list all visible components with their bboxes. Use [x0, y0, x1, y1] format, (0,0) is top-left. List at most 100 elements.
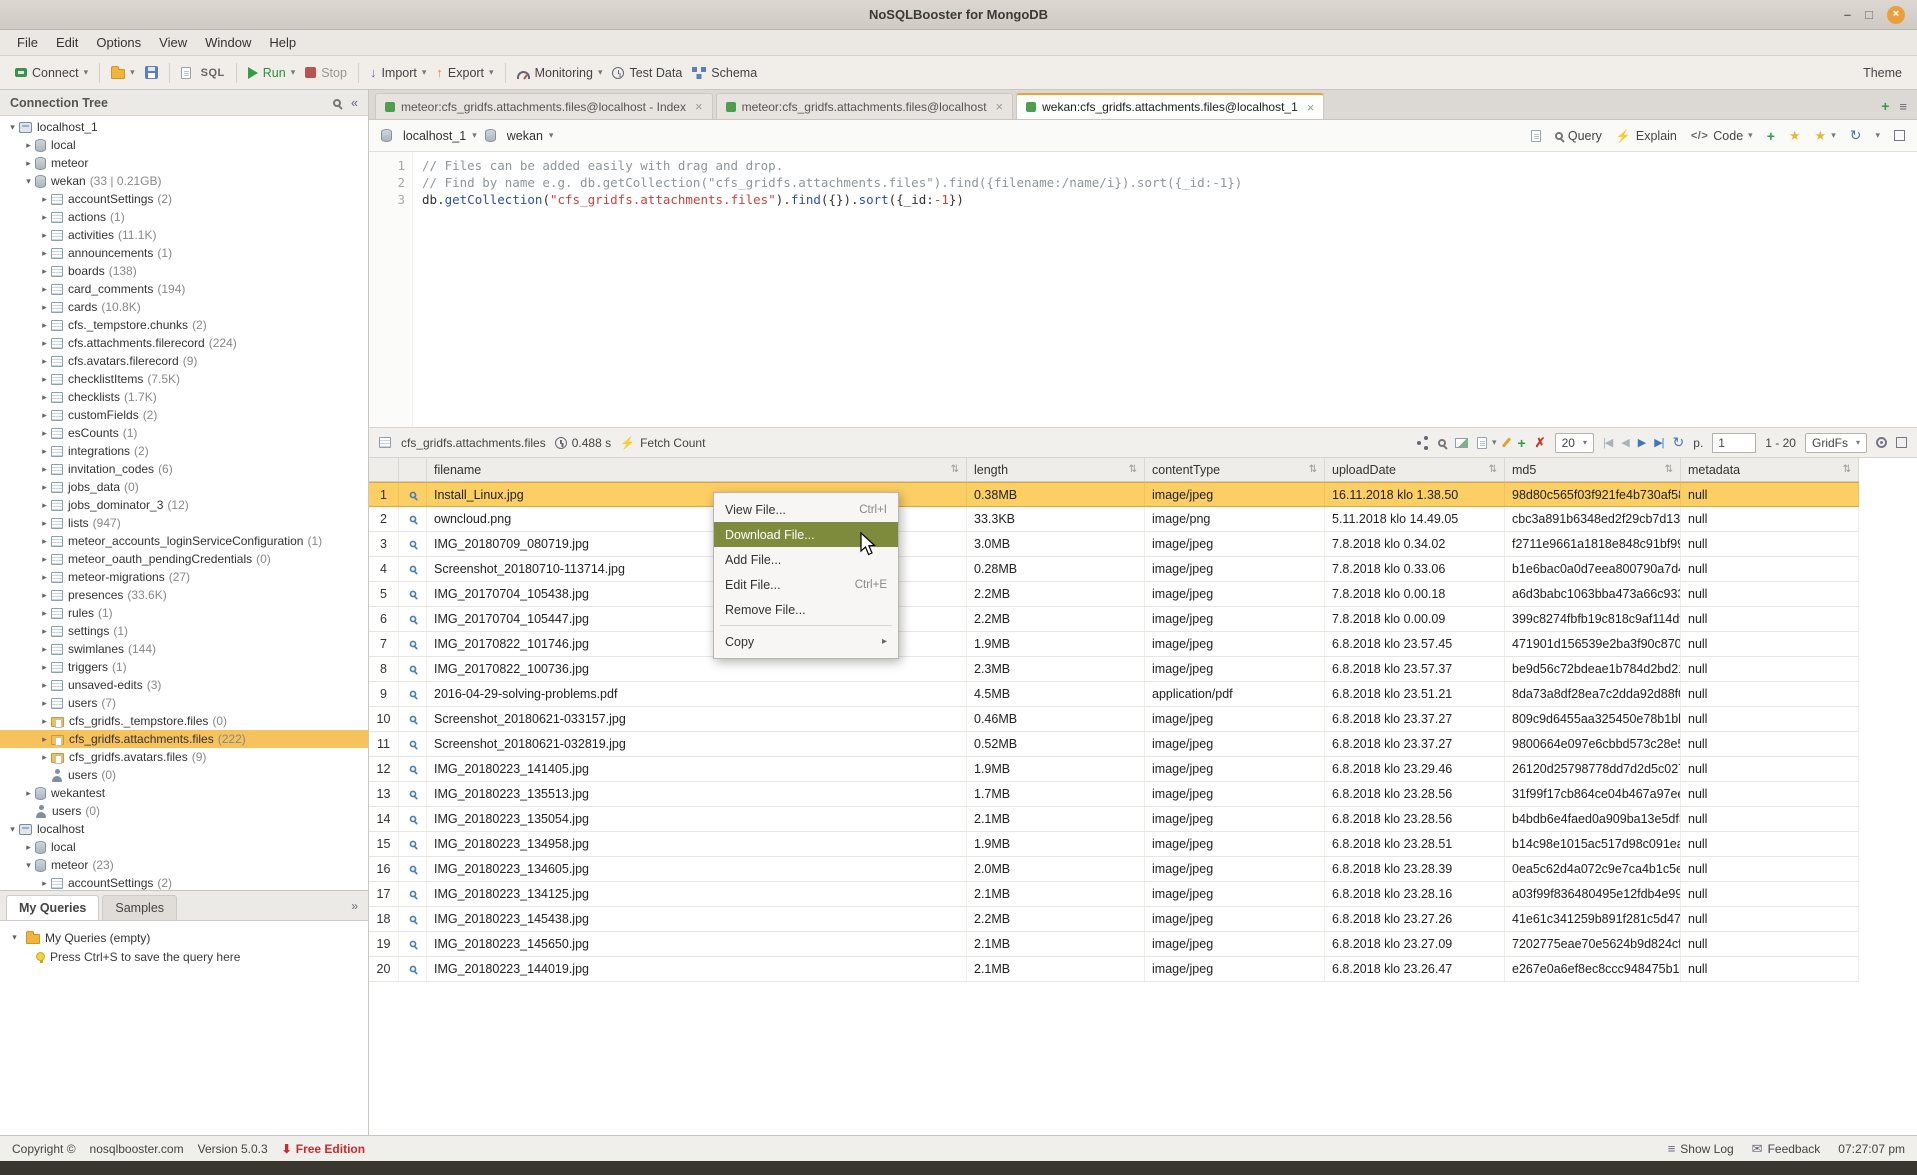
tree-caret-icon[interactable]: ▸ — [38, 644, 51, 655]
view-document-icon[interactable] — [399, 932, 427, 956]
table-row[interactable]: 15IMG_20180223_134958.jpg1.9MBimage/jpeg… — [369, 832, 1859, 857]
tree-caret-icon[interactable]: ▸ — [22, 140, 35, 151]
tree-item-integrations[interactable]: ▸integrations(2) — [0, 442, 368, 460]
menu-item-view[interactable]: View — [150, 32, 196, 53]
tree-caret-icon[interactable]: ▾ — [22, 860, 35, 871]
view-document-icon[interactable] — [399, 582, 427, 606]
table-row[interactable]: 1Install_Linux.jpg0.38MBimage/jpeg16.11.… — [369, 482, 1859, 507]
tree-item-wekan[interactable]: ▾wekan(33 | 0.21GB) — [0, 172, 368, 190]
tree-search-icon[interactable] — [333, 99, 341, 107]
tree-caret-icon[interactable]: ▸ — [38, 338, 51, 349]
tree-item-wekantest[interactable]: ▸wekantest — [0, 784, 368, 802]
table-row[interactable]: 3IMG_20180709_080719.jpg3.0MBimage/jpeg7… — [369, 532, 1859, 557]
table-row[interactable]: 12IMG_20180223_141405.jpg1.9MBimage/jpeg… — [369, 757, 1859, 782]
view-document-icon[interactable] — [399, 857, 427, 881]
tree-caret-icon[interactable]: ▸ — [38, 356, 51, 367]
view-document-icon[interactable] — [399, 707, 427, 731]
tree-item-checklists[interactable]: ▸checklists(1.7K) — [0, 388, 368, 406]
tree-caret-icon[interactable]: ▸ — [38, 734, 51, 745]
breadcrumb-connection[interactable]: localhost_1 ▾ — [381, 129, 477, 143]
sort-icon[interactable]: ⇅ — [1843, 464, 1851, 475]
tree-item-cfs._tempstore.chunks[interactable]: ▸cfs._tempstore.chunks(2) — [0, 316, 368, 334]
menu-item-download-file[interactable]: Download File... — [714, 522, 898, 547]
view-document-icon[interactable] — [399, 882, 427, 906]
favorite-icon[interactable]: ★ — [1789, 128, 1801, 144]
close-icon[interactable]: × — [1887, 6, 1905, 24]
more-actions-icon[interactable]: ▾ — [1875, 130, 1880, 141]
table-row[interactable]: 92016-04-29-solving-problems.pdf4.5MBapp… — [369, 682, 1859, 707]
tree-caret-icon[interactable]: ▸ — [38, 284, 51, 295]
tree-item-users[interactable]: ▸users(7) — [0, 694, 368, 712]
sort-icon[interactable]: ⇅ — [951, 464, 959, 475]
tree-caret-icon[interactable]: ▸ — [38, 608, 51, 619]
tree-item-cards[interactable]: ▸cards(10.8K) — [0, 298, 368, 316]
aggregate-icon[interactable] — [1417, 441, 1421, 445]
tree-item-users[interactable]: users(0) — [0, 802, 368, 820]
free-edition-badge[interactable]: ⬇ Free Edition — [282, 1142, 365, 1156]
column-header-md5[interactable]: md5⇅ — [1505, 458, 1681, 481]
menu-item-options[interactable]: Options — [87, 32, 150, 53]
page-input[interactable]: 1 — [1712, 433, 1756, 453]
tree-item-cfs_gridfs.attachments.files[interactable]: ▸cfs_gridfs.attachments.files(222) — [0, 730, 368, 748]
tree-caret-icon[interactable]: ▸ — [38, 698, 51, 709]
tree-item-cfs.attachments.filerecord[interactable]: ▸cfs.attachments.filerecord(224) — [0, 334, 368, 352]
minimize-icon[interactable]: – — [1844, 8, 1851, 21]
tab-close-icon[interactable]: × — [695, 99, 703, 114]
favorites-menu[interactable]: ★ ▾ — [1815, 128, 1836, 144]
tree-caret-icon[interactable]: ▸ — [38, 680, 51, 691]
table-row[interactable]: 18IMG_20180223_145438.jpg2.2MBimage/jpeg… — [369, 907, 1859, 932]
tree-item-card_comments[interactable]: ▸card_comments(194) — [0, 280, 368, 298]
prev-page-icon[interactable]: ◀ — [1621, 436, 1628, 449]
tree-caret-icon[interactable]: ▸ — [22, 842, 35, 853]
tree-item-accountSettings[interactable]: ▸accountSettings(2) — [0, 190, 368, 208]
tree-item-swimlanes[interactable]: ▸swimlanes(144) — [0, 640, 368, 658]
tree-item-esCounts[interactable]: ▸esCounts(1) — [0, 424, 368, 442]
tree-item-activities[interactable]: ▸activities(11.1K) — [0, 226, 368, 244]
sort-icon[interactable]: ⇅ — [1309, 464, 1317, 475]
tree-caret-icon[interactable]: ▸ — [38, 572, 51, 583]
view-document-icon[interactable] — [399, 607, 427, 631]
table-row[interactable]: 14IMG_20180223_135054.jpg2.1MBimage/jpeg… — [369, 807, 1859, 832]
tree-item-jobs_data[interactable]: ▸jobs_data(0) — [0, 478, 368, 496]
tree-caret-icon[interactable]: ▸ — [38, 536, 51, 547]
view-document-icon[interactable] — [399, 483, 427, 506]
table-row[interactable]: 5IMG_20170704_105438.jpg2.2MBimage/jpeg7… — [369, 582, 1859, 607]
tree-item-local[interactable]: ▸local — [0, 136, 368, 154]
tree-item-accountSettings[interactable]: ▸accountSettings(2) — [0, 874, 368, 890]
next-page-icon[interactable]: ▶ — [1638, 436, 1645, 449]
table-row[interactable]: 7IMG_20170822_101746.jpg1.9MBimage/jpeg6… — [369, 632, 1859, 657]
tab-samples[interactable]: Samples — [102, 895, 177, 920]
tree-item-jobs_dominator_3[interactable]: ▸jobs_dominator_3(12) — [0, 496, 368, 514]
editor-tab[interactable]: meteor:cfs_gridfs.attachments.files@loca… — [716, 93, 1014, 119]
tree-item-boards[interactable]: ▸boards(138) — [0, 262, 368, 280]
view-document-icon[interactable] — [399, 657, 427, 681]
tree-item-meteor_accounts_loginServiceConfiguration[interactable]: ▸meteor_accounts_loginServiceConfigurati… — [0, 532, 368, 550]
edit-document-icon[interactable] — [1502, 437, 1511, 447]
tree-item-unsaved-edits[interactable]: ▸unsaved-edits(3) — [0, 676, 368, 694]
save-button[interactable] — [140, 62, 163, 83]
first-page-icon[interactable]: |◀ — [1603, 436, 1612, 449]
tree-item-users[interactable]: users(0) — [0, 766, 368, 784]
tree-caret-icon[interactable]: ▸ — [38, 230, 51, 241]
tree-item-checklistItems[interactable]: ▸checklistItems(7.5K) — [0, 370, 368, 388]
tree-caret-icon[interactable]: ▸ — [38, 446, 51, 457]
tree-item-rules[interactable]: ▸rules(1) — [0, 604, 368, 622]
sort-icon[interactable]: ⇅ — [1665, 464, 1673, 475]
tree-item-local[interactable]: ▸local — [0, 838, 368, 856]
tree-item-localhost_1[interactable]: ▾localhost_1 — [0, 118, 368, 136]
tree-caret-icon[interactable]: ▸ — [38, 302, 51, 313]
menu-item-help[interactable]: Help — [260, 32, 305, 53]
view-document-icon[interactable] — [399, 532, 427, 556]
tree-item-meteor[interactable]: ▸meteor — [0, 154, 368, 172]
view-document-icon[interactable] — [399, 507, 427, 531]
view-document-icon[interactable] — [399, 757, 427, 781]
tree-item-meteor[interactable]: ▾meteor(23) — [0, 856, 368, 874]
view-document-icon[interactable] — [399, 907, 427, 931]
sort-icon[interactable]: ⇅ — [1489, 464, 1497, 475]
editor-code[interactable]: // Files can be added easily with drag a… — [413, 152, 1242, 427]
view-document-icon[interactable] — [399, 682, 427, 706]
tree-caret-icon[interactable]: ▸ — [38, 392, 51, 403]
site-link[interactable]: nosqlbooster.com — [90, 1142, 184, 1156]
view-document-icon[interactable] — [399, 732, 427, 756]
export-results-button[interactable]: ▾ — [1477, 437, 1497, 449]
